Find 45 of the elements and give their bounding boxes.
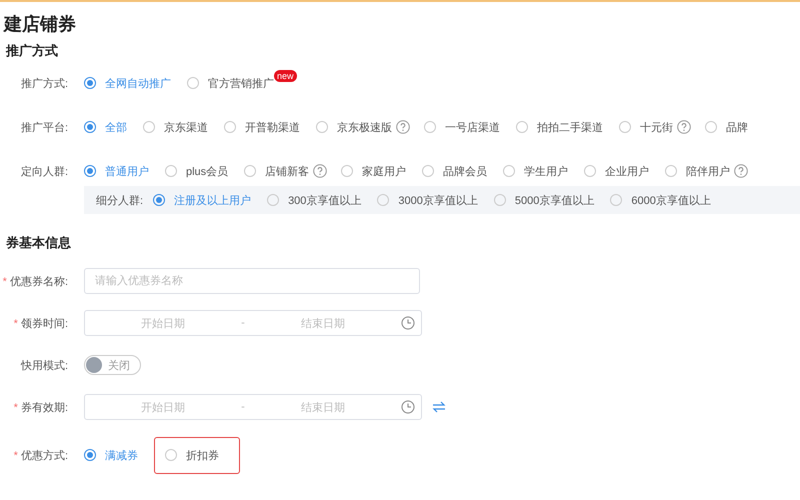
radio-option[interactable]: 家庭用户 <box>341 164 406 178</box>
sub-panel: 细分人群: 注册及以上用户 300京享值以上 3000京享值以上 5000京享值以上 6000京享值以上 <box>84 186 800 214</box>
section-heading: 券基本信息 <box>6 234 71 252</box>
radio-option[interactable]: 拍拍二手渠道 <box>516 120 603 134</box>
help-icon[interactable] <box>734 164 748 178</box>
section-heading: 推广方式 <box>6 42 58 60</box>
field-label: 定向人群: <box>20 164 69 178</box>
radio-option[interactable]: 6000京享值以上 <box>610 192 711 208</box>
radio-option[interactable]: 陪伴用户 <box>665 164 730 178</box>
field-label: 领券时间: <box>20 318 68 330</box>
radio-option[interactable]: 5000京享值以上 <box>494 192 594 208</box>
required-mark: * <box>14 402 18 414</box>
required-mark: * <box>14 450 18 462</box>
radio-option[interactable]: 开普勒渠道 <box>224 120 300 134</box>
new-badge: new <box>274 70 297 82</box>
radio-option[interactable]: 一号店渠道 <box>424 120 500 134</box>
help-icon[interactable] <box>677 120 691 134</box>
radio-option[interactable]: 学生用户 <box>503 164 568 178</box>
clock-icon <box>401 400 416 414</box>
field-label: 券有效期: <box>20 402 68 414</box>
radio-option[interactable]: 企业用户 <box>584 164 650 178</box>
radio-option[interactable]: 店铺新客 <box>244 164 310 178</box>
radio-option[interactable]: 官方营销推广 <box>187 76 274 90</box>
radio-option[interactable]: 折扣券 <box>154 436 240 474</box>
radio-option[interactable]: 京东渠道 <box>143 120 208 134</box>
required-mark: * <box>2 276 7 288</box>
radio-option[interactable]: 3000京享值以上 <box>377 192 478 208</box>
swap-icon[interactable] <box>432 401 446 413</box>
page-title: 建店铺券 <box>2 13 77 36</box>
radio-option[interactable]: plus会员 <box>165 164 228 178</box>
coupon-name-field[interactable]: 请输入优惠券名称 <box>84 268 420 294</box>
radio-option[interactable]: 十元街 <box>619 120 673 134</box>
radio-option[interactable]: 品牌 <box>705 120 748 134</box>
required-mark: * <box>14 318 18 330</box>
radio-option[interactable]: 300京享值以上 <box>267 192 362 208</box>
clock-icon <box>401 316 416 330</box>
field-label: 优惠方式: <box>20 450 68 462</box>
radio-option[interactable]: 品牌会员 <box>422 164 488 178</box>
field-label: 推广方式: <box>20 76 69 90</box>
help-icon[interactable] <box>313 164 328 178</box>
field-label: 推广平台: <box>20 120 69 134</box>
help-icon[interactable] <box>396 120 410 134</box>
radio-option[interactable]: 京东极速版 <box>316 120 392 134</box>
field-label: 快用模式: <box>20 360 68 372</box>
field-label: 优惠券名称: <box>10 276 68 288</box>
